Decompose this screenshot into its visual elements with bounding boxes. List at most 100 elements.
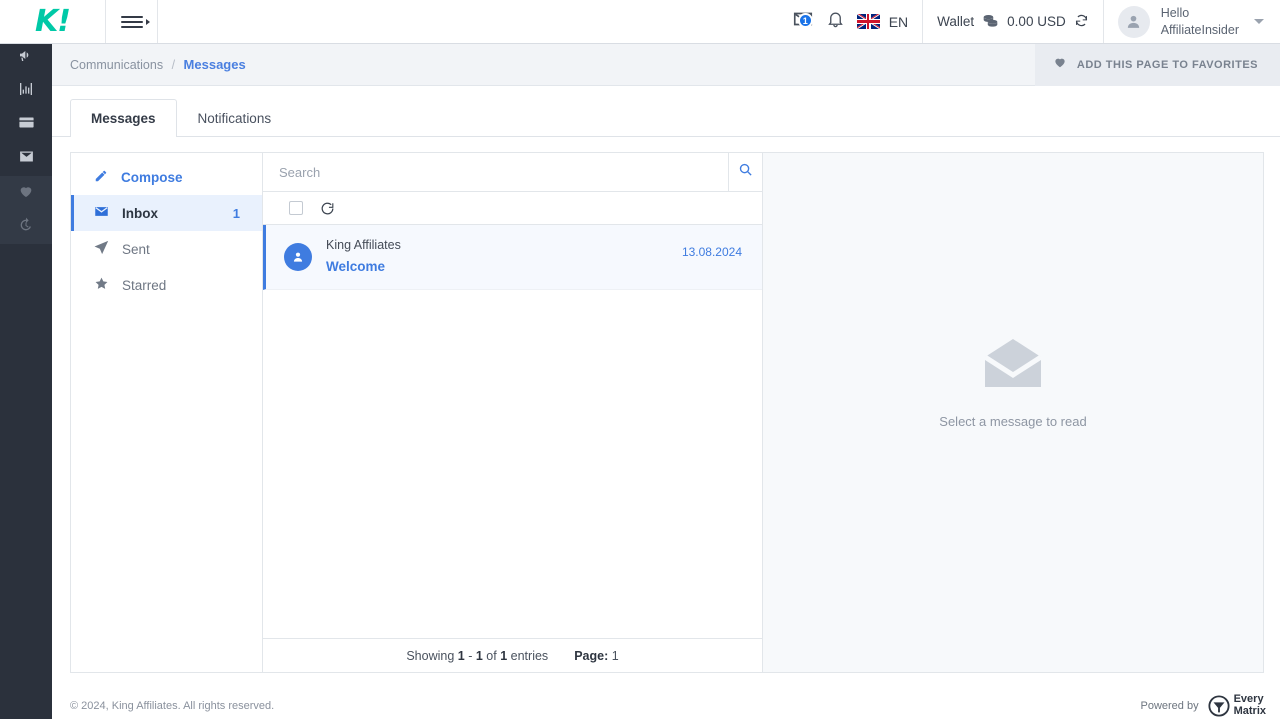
language-label: EN [888,13,909,30]
breadcrumb-parent[interactable]: Communications [70,58,163,72]
avatar [1117,5,1150,38]
heart-icon [1053,55,1067,74]
wallet-amount: 0.00 USD [1007,14,1066,29]
bell-icon [826,10,845,34]
message-list: King Affiliates Welcome 13.08.2024 [263,225,762,638]
sidebar-item-favorites[interactable] [0,176,52,210]
tab-messages-label: Messages [91,110,156,126]
pencil-icon [94,169,108,186]
header-spacer [158,0,778,43]
envelope-icon [18,148,35,170]
search-input[interactable] [263,153,728,191]
add-to-favorites-button[interactable]: ADD THIS PAGE TO FAVORITES [1034,43,1280,86]
provider-line-1: Every [1233,692,1264,705]
greeting-text: Hello [1160,5,1190,20]
breadcrumb: Communications / Messages [52,57,246,72]
page-footer: © 2024, King Affiliates. All rights rese… [52,692,1280,719]
megaphone-icon [18,47,34,68]
breadcrumb-current: Messages [183,57,246,72]
showing-total: 1 [500,648,508,663]
select-all-checkbox[interactable] [289,201,303,215]
message-subject: Welcome [326,259,386,274]
chevron-down-icon[interactable] [1254,19,1264,24]
search-button[interactable] [728,153,762,191]
everymatrix-logo: Every Matrix [1208,692,1266,717]
star-icon [94,276,109,294]
search-row [263,153,762,192]
user-greeting: Hello AffiliateInsider [1161,5,1239,39]
messages-count-badge: 1 [797,13,813,28]
favorites-label: ADD THIS PAGE TO FAVORITES [1076,58,1258,71]
rail-secondary-group [0,176,52,244]
tab-messages[interactable]: Messages [70,99,177,137]
messages-button[interactable]: 1 [792,8,814,35]
heart-icon [18,183,34,204]
folder-inbox-count: 1 [232,205,240,221]
username-text: AffiliateInsider [1160,22,1239,37]
showing-to: 1 [475,648,483,663]
message-list-column: King Affiliates Welcome 13.08.2024 Showi… [263,153,763,672]
showing-entries-text: Showing 1 - 1 of 1 entries [406,649,548,663]
magnifier-icon [738,162,753,182]
compose-label: Compose [121,169,183,185]
menu-toggle-button[interactable] [105,0,158,43]
reading-pane: Select a message to read [763,153,1263,672]
coins-icon [982,13,999,31]
avatar [284,243,312,271]
compose-button[interactable]: Compose [71,159,262,195]
pagination-bar: Showing 1 - 1 of 1 entries Page: 1 [263,638,762,672]
list-item[interactable]: King Affiliates Welcome 13.08.2024 [263,225,762,290]
message-date: 13.08.2024 [681,245,742,259]
sidebar-item-messages[interactable] [0,142,52,176]
tab-notifications[interactable]: Notifications [177,99,293,136]
sidebar-item-marketing[interactable] [0,40,52,74]
powered-by-block: Powered by Every Matrix [1141,692,1280,717]
language-selector[interactable]: EN [856,13,909,30]
tab-bar: Messages Notifications [52,86,1280,137]
everymatrix-wordmark: Every Matrix [1233,692,1266,717]
showing-prefix: Showing [406,648,455,663]
credit-card-icon [18,114,35,136]
showing-entries-label: entries [510,648,549,663]
showing-of: of [486,648,497,663]
empty-state-text: Select a message to read [939,413,1087,429]
showing-from: 1 [457,648,465,663]
list-toolbar [263,192,762,225]
tab-notifications-label: Notifications [197,110,272,126]
header-notifications-group: 1 EN [778,0,922,43]
folder-sent-label: Sent [122,241,150,257]
messages-panel: Compose Inbox 1 Sent Starred Search King… [70,152,1264,673]
sidebar-item-reports[interactable] [0,74,52,108]
wallet-widget[interactable]: Wallet 0.00 USD [937,13,1089,31]
uk-flag-icon [856,14,880,29]
app-root: K! 1 EN Wallet 0.00 USD Hello AffiliateI… [0,0,1280,719]
folder-item-starred[interactable]: Starred [71,267,262,303]
bar-chart-icon [18,81,34,102]
wallet-refresh-icon[interactable] [1074,13,1089,31]
showing-dash: - [468,648,473,663]
brand-logo[interactable]: K! [0,0,105,43]
history-icon [18,217,34,238]
envelope-icon [94,204,109,222]
open-envelope-icon [983,337,1043,394]
page-indicator: Page: 1 [574,649,618,663]
top-header: K! 1 EN Wallet 0.00 USD Hello AffiliateI… [0,0,1280,44]
copyright-text: © 2024, King Affiliates. All rights rese… [70,699,275,712]
notifications-button[interactable] [826,10,845,34]
everymatrix-mark-icon [1208,694,1230,717]
folder-inbox-label: Inbox [122,205,158,221]
header-wallet-group: Wallet 0.00 USD [922,0,1103,43]
sidebar-item-payments[interactable] [0,108,52,142]
paper-plane-icon [94,240,109,258]
folder-item-sent[interactable]: Sent [71,231,262,267]
message-content: King Affiliates Welcome [326,238,682,276]
user-menu[interactable]: Hello AffiliateInsider [1102,0,1280,43]
hamburger-icon [120,13,150,31]
folder-item-inbox[interactable]: Inbox 1 [71,195,262,231]
folder-starred-label: Starred [122,277,167,293]
refresh-icon[interactable] [320,201,335,216]
page-label: Page: [574,648,609,663]
left-icon-rail [0,0,52,719]
sidebar-item-history[interactable] [0,210,52,244]
page-number[interactable]: 1 [612,649,619,663]
